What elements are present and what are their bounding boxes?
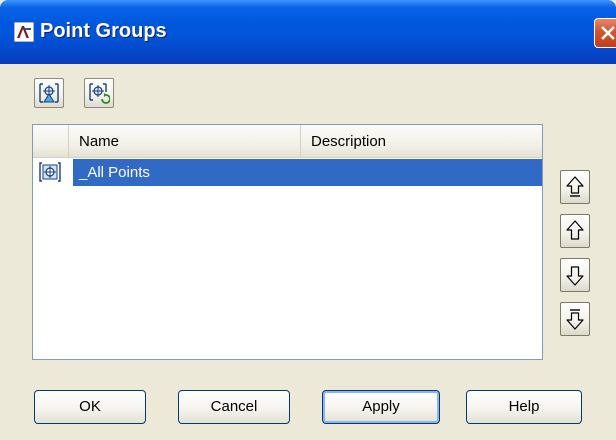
help-button[interactable]: Help — [466, 390, 582, 424]
move-to-top-icon — [566, 176, 584, 197]
point-groups-dialog: Point Groups Name Description _All Point… — [0, 0, 616, 440]
move-down-button[interactable] — [560, 258, 590, 292]
point-group-properties-icon — [39, 83, 59, 103]
ok-button[interactable]: OK — [34, 390, 146, 424]
close-icon — [601, 26, 615, 40]
arrow-up-icon — [566, 220, 584, 240]
arrow-down-icon — [566, 266, 584, 286]
list-header: Name Description — [33, 125, 542, 158]
point-group-icon — [39, 162, 61, 182]
point-groups-list[interactable]: Name Description _All Points — [32, 124, 543, 360]
point-group-properties-button[interactable] — [34, 78, 64, 108]
civil3d-app-icon — [14, 22, 34, 42]
title-bar[interactable]: Point Groups — [0, 0, 616, 64]
move-to-top-button[interactable] — [560, 170, 590, 204]
move-to-bottom-icon — [566, 309, 584, 330]
point-group-name: _All Points — [79, 164, 150, 181]
icon-column-header[interactable] — [33, 125, 69, 158]
description-column-header[interactable]: Description — [301, 125, 542, 158]
dialog-title: Point Groups — [40, 20, 167, 42]
name-column-header[interactable]: Name — [69, 125, 301, 158]
cancel-button[interactable]: Cancel — [178, 390, 290, 424]
move-to-bottom-button[interactable] — [560, 302, 590, 336]
move-up-button[interactable] — [560, 214, 590, 248]
close-button[interactable] — [594, 18, 616, 48]
update-point-groups-button[interactable] — [84, 78, 114, 108]
list-item[interactable]: _All Points — [33, 159, 542, 186]
update-point-groups-icon — [89, 83, 110, 104]
apply-button[interactable]: Apply — [322, 390, 440, 424]
